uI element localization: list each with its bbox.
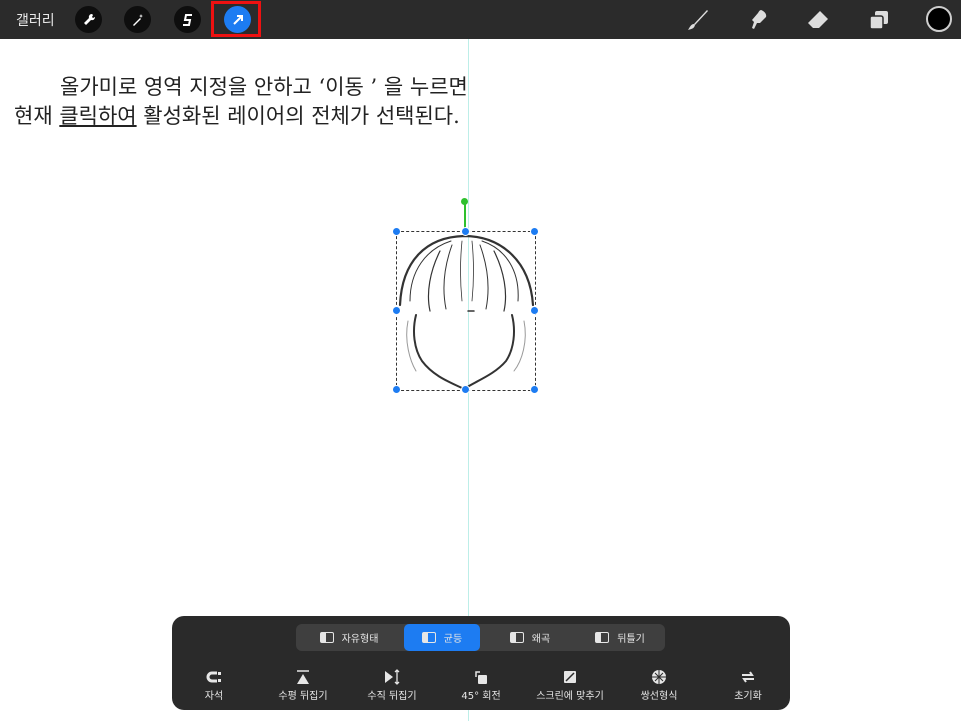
gallery-button[interactable]: 갤러리: [16, 10, 55, 30]
brush-icon[interactable]: [684, 6, 712, 34]
resize-handle-top-left[interactable]: [392, 227, 401, 236]
top-toolbar: 갤러리: [0, 0, 961, 39]
rotation-handle-line: [464, 203, 466, 229]
magnet-icon: [206, 671, 221, 683]
resize-handle-left[interactable]: [392, 306, 401, 315]
caption-line-2: 현재 클릭하여 활성화된 레이어의 전체가 선택된다.: [14, 104, 460, 128]
reset-button[interactable]: 초기화: [703, 669, 793, 702]
resize-handle-right[interactable]: [530, 306, 539, 315]
smudge-icon[interactable]: [744, 6, 772, 34]
caption-line-1: 올가미로 영역 지정을 안하고 ‘이동 ’ 을 누르면: [60, 75, 468, 99]
flip-vertical-icon: [385, 669, 400, 685]
flip-horizontal-button[interactable]: 수평 뒤집기: [258, 669, 348, 702]
bilinear-icon: [652, 670, 666, 684]
instruction-caption: 올가미로 영역 지정을 안하고 ‘이동 ’ 을 누르면 현재 클릭하여 활성화된…: [14, 73, 468, 131]
segment-warp[interactable]: 뒤틀기: [580, 624, 660, 651]
distort-icon: [509, 632, 524, 643]
resize-handle-bottom-right[interactable]: [530, 385, 539, 394]
resize-handle-bottom-left[interactable]: [392, 385, 401, 394]
fit-screen-icon: [564, 671, 576, 683]
warp-icon: [595, 632, 610, 643]
segment-distort[interactable]: 왜곡: [490, 624, 570, 651]
resize-handle-top-right[interactable]: [530, 227, 539, 236]
resize-handle-bottom[interactable]: [461, 385, 470, 394]
highlight-box: [211, 1, 261, 37]
freeform-icon: [319, 632, 334, 643]
rotate-45-button[interactable]: 45° 회전: [436, 669, 526, 702]
rotation-handle[interactable]: [461, 198, 468, 205]
uniform-icon: [421, 632, 436, 643]
segment-uniform[interactable]: 균등: [404, 624, 480, 651]
rotate-icon: [475, 671, 487, 684]
fit-to-screen-button[interactable]: 스크린에 맞추기: [525, 669, 615, 702]
segment-freeform[interactable]: 자유형태: [304, 624, 394, 651]
flip-horizontal-icon: [297, 670, 309, 684]
bilinear-button[interactable]: 쌍선형식: [614, 669, 704, 702]
magic-wand-icon[interactable]: [124, 6, 151, 33]
transform-panel: 자유형태 균등 왜곡 뒤틀기 자석 수평 뒤집기 수직 뒤집기 45° 회전 스…: [172, 616, 790, 710]
flip-vertical-button[interactable]: 수직 뒤집기: [347, 669, 437, 702]
selection-box: [396, 231, 536, 391]
transform-mode-segmented: 자유형태 균등 왜곡 뒤틀기: [296, 624, 665, 651]
caption-underlined: 클릭하여: [59, 104, 137, 128]
magnet-button[interactable]: 자석: [169, 669, 259, 702]
wrench-icon[interactable]: [75, 6, 102, 33]
eraser-icon[interactable]: [804, 6, 832, 34]
resize-handle-top[interactable]: [461, 227, 470, 236]
layers-icon[interactable]: [865, 6, 893, 34]
selection-s-icon[interactable]: [174, 6, 201, 33]
reset-icon: [742, 671, 754, 683]
color-swatch[interactable]: [926, 6, 952, 32]
